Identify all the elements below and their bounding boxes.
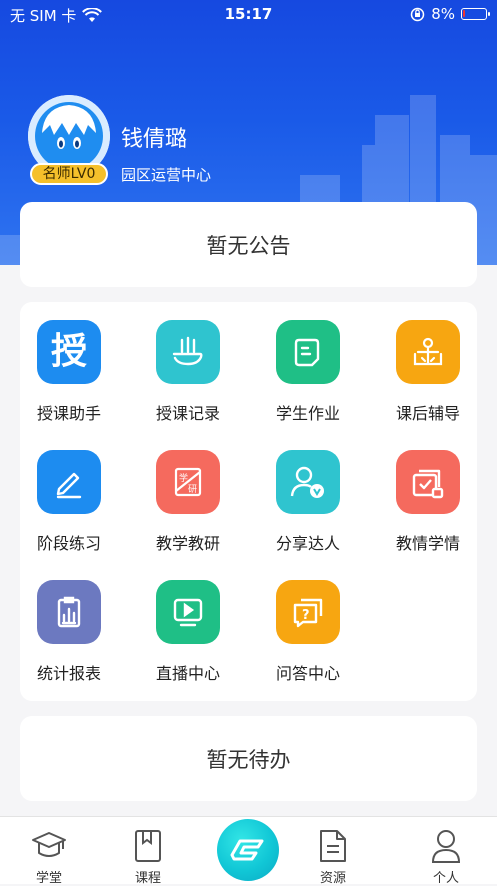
homework-icon bbox=[276, 320, 340, 384]
course-icon bbox=[135, 830, 161, 862]
todo-card[interactable]: 暂无待办 bbox=[20, 716, 477, 801]
feature-teaching-assistant[interactable]: 授 授课助手 bbox=[9, 320, 129, 424]
share-expert-icon bbox=[276, 450, 340, 514]
center-home-button[interactable] bbox=[217, 819, 279, 881]
svg-text:学: 学 bbox=[179, 472, 188, 484]
feature-report[interactable]: 统计报表 bbox=[9, 580, 129, 684]
tab-personal[interactable]: 个人 bbox=[406, 817, 486, 886]
feature-teaching-status[interactable]: 教情学情 bbox=[368, 450, 488, 554]
user-department: 园区运营中心 bbox=[121, 166, 212, 184]
battery-level bbox=[463, 10, 465, 17]
feature-practice[interactable]: 阶段练习 bbox=[9, 450, 129, 554]
feature-label: 分享达人 bbox=[275, 534, 340, 553]
feature-homework[interactable]: 学生作业 bbox=[248, 320, 368, 424]
teaching-record-icon bbox=[156, 320, 220, 384]
level-badge: 名师LV0 bbox=[30, 163, 108, 185]
feature-label: 授课记录 bbox=[155, 404, 220, 423]
teaching-status-icon bbox=[396, 450, 460, 514]
feature-label: 教学教研 bbox=[155, 534, 220, 553]
qa-icon: ? bbox=[276, 580, 340, 644]
battery-percent: 8% bbox=[431, 5, 455, 23]
feature-research[interactable]: 学 研 教学教研 bbox=[128, 450, 248, 554]
tab-label: 学堂 bbox=[35, 871, 62, 886]
tab-resource[interactable]: 资源 bbox=[293, 817, 373, 886]
feature-qa[interactable]: ? 问答中心 bbox=[248, 580, 368, 684]
person-icon bbox=[431, 830, 461, 863]
user-name: 钱倩璐 bbox=[121, 127, 188, 152]
tutoring-icon bbox=[396, 320, 460, 384]
notice-text: 暂无公告 bbox=[206, 233, 291, 258]
feature-label: 阶段练习 bbox=[36, 534, 101, 553]
feature-label: 授课助手 bbox=[36, 404, 101, 423]
feature-tutoring[interactable]: 课后辅导 bbox=[368, 320, 488, 424]
battery-icon bbox=[461, 8, 490, 20]
orientation-lock-icon bbox=[410, 7, 425, 21]
school-icon bbox=[32, 832, 66, 857]
feature-live[interactable]: 直播中心 bbox=[128, 580, 248, 684]
feature-label: 学生作业 bbox=[275, 404, 340, 423]
center-logo-icon bbox=[230, 839, 264, 861]
resource-icon bbox=[320, 830, 346, 862]
svg-text:研: 研 bbox=[188, 484, 197, 495]
feature-label: 统计报表 bbox=[36, 664, 101, 683]
feature-label: 直播中心 bbox=[155, 664, 220, 683]
feature-share-expert[interactable]: 分享达人 bbox=[248, 450, 368, 554]
live-icon bbox=[156, 580, 220, 644]
practice-icon bbox=[37, 450, 101, 514]
tab-label: 个人 bbox=[432, 871, 459, 886]
notice-card[interactable]: 暂无公告 bbox=[20, 202, 477, 287]
tab-course[interactable]: 课程 bbox=[108, 817, 188, 886]
todo-text: 暂无待办 bbox=[206, 747, 291, 772]
tab-label: 资源 bbox=[319, 871, 346, 886]
teaching-assistant-icon: 授 bbox=[37, 320, 101, 384]
tab-school[interactable]: 学堂 bbox=[9, 817, 89, 886]
status-bar: 无 SIM 卡 15:17 8% bbox=[0, 0, 497, 30]
feature-teaching-record[interactable]: 授课记录 bbox=[128, 320, 248, 424]
report-icon bbox=[37, 580, 101, 644]
feature-label: 教情学情 bbox=[395, 534, 460, 553]
tab-label: 课程 bbox=[134, 871, 161, 886]
feature-label: 问答中心 bbox=[275, 664, 340, 683]
feature-grid: 授 授课助手 授课记录 学生作业 课后辅导 阶段练习 学 研 教学教研 分享达人… bbox=[20, 302, 477, 701]
svg-text:?: ? bbox=[302, 608, 310, 623]
research-icon: 学 研 bbox=[156, 450, 220, 514]
feature-label: 课后辅导 bbox=[395, 404, 460, 423]
